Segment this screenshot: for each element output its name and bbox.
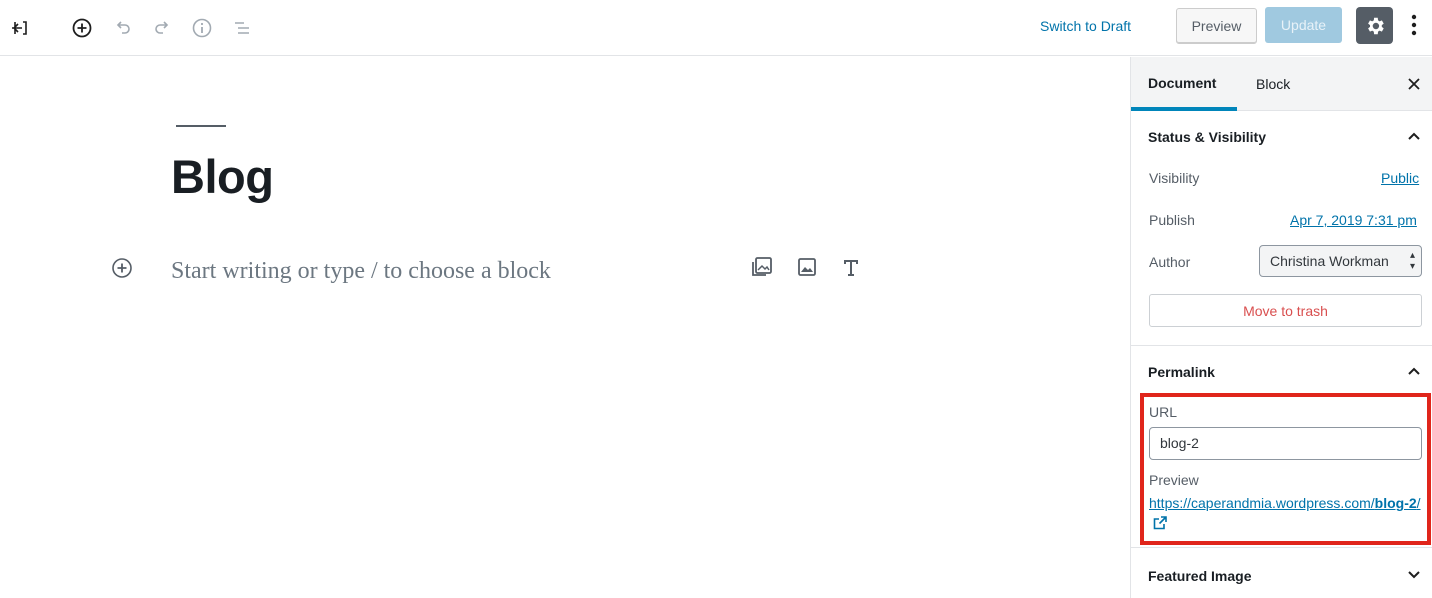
panel-title: Featured Image	[1148, 568, 1252, 584]
editor-canvas: Blog Start writing or type / to choose a…	[0, 57, 1130, 598]
redo-icon[interactable]	[148, 14, 176, 42]
inline-inserter-icon[interactable]	[110, 256, 134, 280]
block-navigation-icon[interactable]	[228, 14, 256, 42]
add-block-icon[interactable]	[68, 14, 96, 42]
chevron-up-icon	[1405, 362, 1423, 380]
preview-tail: /	[1416, 495, 1421, 511]
permalink-preview-link[interactable]: https://caperandmia.wordpress.com/blog-2…	[1149, 493, 1421, 533]
update-button[interactable]: Update	[1265, 7, 1342, 43]
chevron-up-icon	[1405, 127, 1423, 145]
undo-icon[interactable]	[109, 14, 137, 42]
visibility-link[interactable]: Public	[1381, 170, 1419, 186]
block-placeholder[interactable]: Start writing or type / to choose a bloc…	[171, 258, 551, 285]
url-slug-input[interactable]: blog-2	[1149, 427, 1422, 460]
preview-label: Preview	[1149, 472, 1199, 488]
gear-icon	[1367, 17, 1384, 34]
author-value: Christina Workman	[1270, 253, 1389, 269]
preview-base: https://caperandmia.wordpress.com/	[1149, 495, 1375, 511]
close-icon[interactable]	[1403, 73, 1425, 95]
more-vertical-icon	[1411, 14, 1417, 36]
tab-document[interactable]: Document	[1131, 57, 1237, 111]
author-label: Author	[1149, 254, 1191, 270]
editor-toolbar: Switch to Draft Preview Update	[0, 0, 1432, 56]
chevron-down-icon	[1405, 566, 1423, 584]
publish-label: Publish	[1149, 212, 1195, 228]
preview-button[interactable]: Preview	[1176, 8, 1257, 44]
sidebar-tabs: Document Block	[1131, 57, 1432, 111]
switch-to-draft-button[interactable]: Switch to Draft	[1040, 16, 1131, 36]
title-separator	[176, 125, 226, 127]
settings-button[interactable]	[1356, 7, 1393, 44]
post-title[interactable]: Blog	[171, 149, 274, 204]
gallery-icon[interactable]	[749, 254, 775, 280]
info-icon[interactable]	[188, 14, 216, 42]
publish-date-link[interactable]: Apr 7, 2019 7:31 pm	[1290, 212, 1417, 228]
panel-title: Status & Visibility	[1148, 129, 1266, 145]
panel-title: Permalink	[1148, 364, 1215, 380]
status-visibility-panel-toggle[interactable]: Status & Visibility	[1131, 117, 1432, 173]
image-icon[interactable]	[794, 254, 820, 280]
visibility-label: Visibility	[1149, 170, 1200, 186]
heading-icon[interactable]	[838, 254, 864, 280]
featured-image-panel-toggle[interactable]: Featured Image	[1131, 548, 1432, 598]
author-select[interactable]: Christina Workman ▴ ▾	[1259, 245, 1422, 277]
select-arrows-icon: ▴ ▾	[1409, 250, 1415, 272]
move-to-trash-button[interactable]: Move to trash	[1149, 294, 1422, 327]
url-label: URL	[1149, 404, 1178, 420]
more-options-button[interactable]	[1404, 10, 1424, 40]
settings-sidebar: Document Block Status & Visibility Visib…	[1130, 57, 1432, 598]
tab-block[interactable]: Block	[1256, 57, 1290, 111]
exit-editor-icon[interactable]	[5, 14, 33, 42]
external-link-icon	[1153, 516, 1167, 530]
preview-slug: blog-2	[1374, 495, 1417, 511]
